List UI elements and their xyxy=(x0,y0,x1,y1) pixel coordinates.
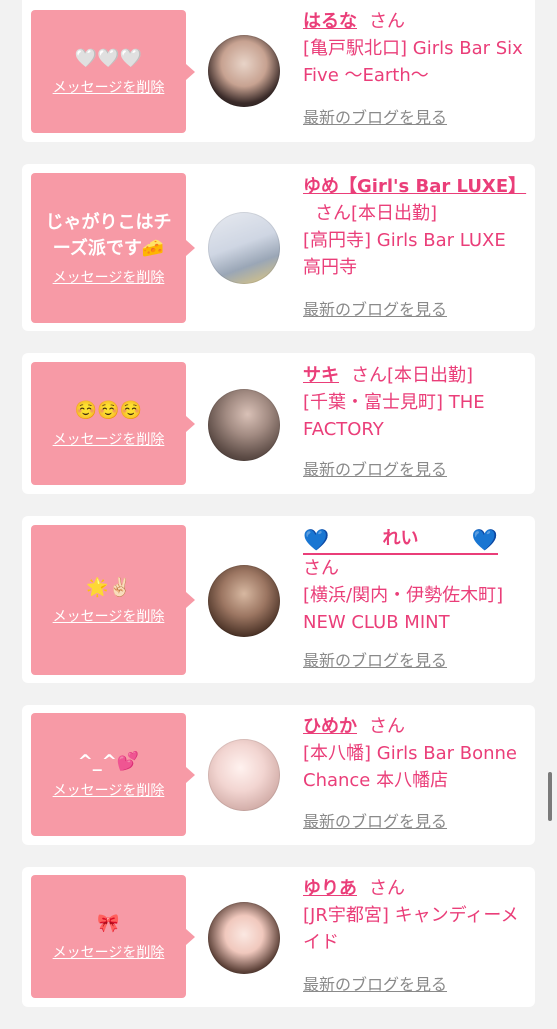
blue-heart-icon: 💙 xyxy=(471,528,498,552)
cast-info: 💙 れい 💙 さん [横浜/関内・伊勢佐木町] NEW CLUB MINT xyxy=(303,525,525,636)
cast-info: はるな さん [亀戸駅北口] Girls Bar Six Five 〜Earth〜 xyxy=(303,8,525,89)
cast-name-decorated: 💙 れい 💙 xyxy=(303,525,498,555)
message-feed: 🤍🤍🤍 メッセージを削除 はるな さん [亀戸駅北口] Girls Bar Six… xyxy=(22,0,535,1029)
honorific: さん xyxy=(369,878,405,899)
message-bubble: 🎀 メッセージを削除 xyxy=(31,875,186,998)
shop-name: [千葉・富士見町] THE FACTORY xyxy=(303,392,485,440)
avatar[interactable] xyxy=(208,389,280,461)
message-bubble: 🤍🤍🤍 メッセージを削除 xyxy=(31,10,186,133)
message-bubble: ☺️☺️☺️ メッセージを削除 xyxy=(31,362,186,485)
cast-name-link[interactable]: ゆめ【Girl's Bar LUXE】 xyxy=(303,176,526,197)
honorific: さん xyxy=(303,558,339,579)
message-card: じゃがりこはチーズ派です🧀 メッセージを削除 ゆめ【Girl's Bar LUX… xyxy=(22,164,535,331)
message-card: ^_^💕 メッセージを削除 ひめか さん [本八幡] Girls Bar Bonn… xyxy=(22,705,535,845)
honorific: さん xyxy=(351,365,387,386)
latest-blog-link[interactable]: 最新のブログを見る xyxy=(303,813,447,831)
cast-info: ゆめ【Girl's Bar LUXE】さん[本日出勤] [高円寺] Girls … xyxy=(303,173,526,281)
message-card: 🤍🤍🤍 メッセージを削除 はるな さん [亀戸駅北口] Girls Bar Six… xyxy=(22,0,535,142)
delete-message-link[interactable]: メッセージを削除 xyxy=(53,783,165,799)
cast-name-link[interactable]: サキ xyxy=(303,365,339,386)
cast-name-link[interactable]: れい xyxy=(329,525,472,552)
delete-message-link[interactable]: メッセージを削除 xyxy=(53,432,165,448)
scrollbar-thumb[interactable] xyxy=(548,772,552,821)
avatar[interactable] xyxy=(208,739,280,811)
shop-name: [高円寺] Girls Bar LUXE 高円寺 xyxy=(303,230,506,278)
latest-blog-link[interactable]: 最新のブログを見る xyxy=(303,109,447,127)
message-text: じゃがりこはチーズ派です🧀 xyxy=(45,211,172,259)
cast-name-link[interactable]: はるな xyxy=(303,11,357,32)
avatar[interactable] xyxy=(208,212,280,284)
delete-message-link[interactable]: メッセージを削除 xyxy=(53,80,165,96)
honorific: さん xyxy=(369,11,405,32)
cast-name-link[interactable]: ゆりあ xyxy=(303,878,357,899)
latest-blog-link[interactable]: 最新のブログを見る xyxy=(303,652,447,670)
on-duty-badge: [本日出勤] xyxy=(387,365,474,386)
latest-blog-link[interactable]: 最新のブログを見る xyxy=(303,301,447,319)
message-text: 🌟✌🏻 xyxy=(86,576,131,598)
message-text: 🎀 xyxy=(97,913,120,935)
delete-message-link[interactable]: メッセージを削除 xyxy=(53,945,165,961)
cast-name-link[interactable]: ひめか xyxy=(303,716,357,737)
message-text: ☺️☺️☺️ xyxy=(74,400,143,422)
message-card: ☺️☺️☺️ メッセージを削除 サキ さん[本日出勤] [千葉・富士見町] THE… xyxy=(22,353,535,494)
latest-blog-link[interactable]: 最新のブログを見る xyxy=(303,461,447,479)
shop-name: [横浜/関内・伊勢佐木町] NEW CLUB MINT xyxy=(303,585,504,633)
honorific: さん xyxy=(315,203,351,224)
message-bubble: じゃがりこはチーズ派です🧀 メッセージを削除 xyxy=(31,173,186,323)
shop-name: [亀戸駅北口] Girls Bar Six Five 〜Earth〜 xyxy=(303,38,523,86)
latest-blog-link[interactable]: 最新のブログを見る xyxy=(303,976,447,994)
message-card: 🎀 メッセージを削除 ゆりあ さん [JR宇都宮] キャンディーメイド 最新のブロ… xyxy=(22,867,535,1007)
avatar[interactable] xyxy=(208,902,280,974)
delete-message-link[interactable]: メッセージを削除 xyxy=(53,609,165,625)
shop-name: [本八幡] Girls Bar Bonne Chance 本八幡店 xyxy=(303,743,517,791)
blue-heart-icon: 💙 xyxy=(303,528,330,552)
message-text: ^_^💕 xyxy=(77,751,140,773)
delete-message-link[interactable]: メッセージを削除 xyxy=(53,270,165,286)
shop-name: [JR宇都宮] キャンディーメイド xyxy=(303,905,519,953)
cast-info: ひめか さん [本八幡] Girls Bar Bonne Chance 本八幡店 xyxy=(303,713,525,794)
message-bubble: ^_^💕 メッセージを削除 xyxy=(31,713,186,836)
cast-info: サキ さん[本日出勤] [千葉・富士見町] THE FACTORY xyxy=(303,362,525,443)
message-text: 🤍🤍🤍 xyxy=(74,48,143,70)
cast-info: ゆりあ さん [JR宇都宮] キャンディーメイド xyxy=(303,875,525,956)
message-card: 🌟✌🏻 メッセージを削除 💙 れい 💙 さん [横浜/関内・伊勢佐木町] NEW… xyxy=(22,516,535,683)
avatar[interactable] xyxy=(208,35,280,107)
message-bubble: 🌟✌🏻 メッセージを削除 xyxy=(31,525,186,675)
on-duty-badge: [本日出勤] xyxy=(351,203,438,224)
honorific: さん xyxy=(369,716,405,737)
avatar[interactable] xyxy=(208,565,280,637)
